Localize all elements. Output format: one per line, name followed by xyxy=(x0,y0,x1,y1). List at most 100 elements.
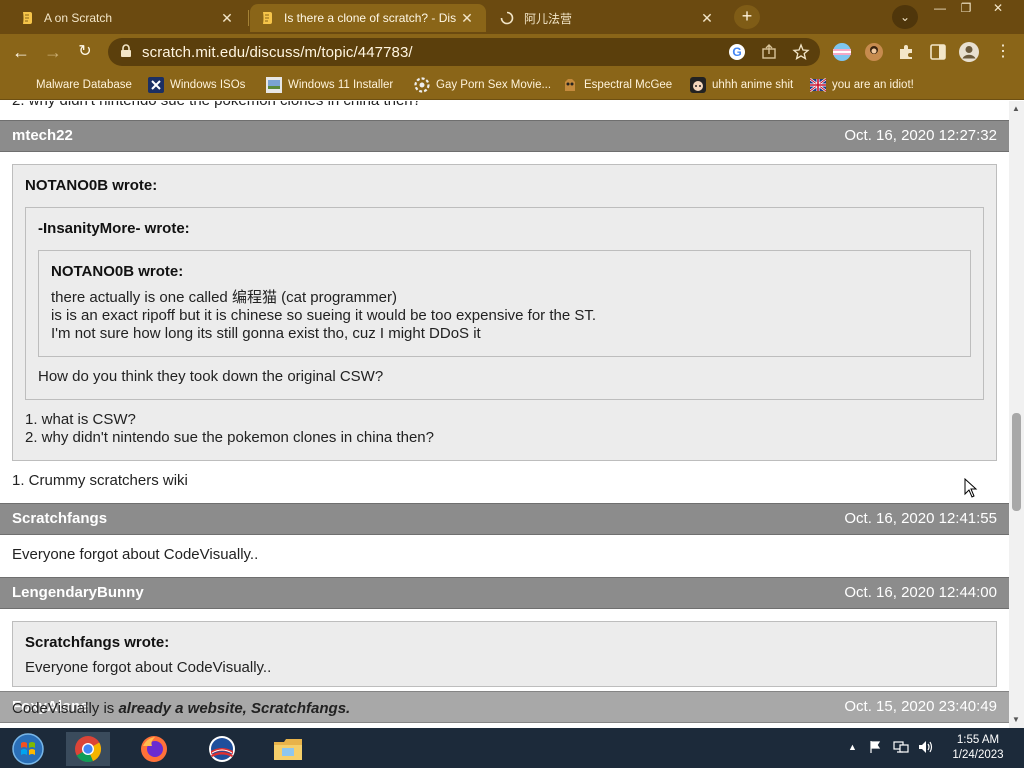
new-tab-button[interactable]: + xyxy=(734,5,760,29)
bookmarks-bar: Malware Database Windows ISOs Windows 11… xyxy=(0,70,1024,100)
quote-author: -InsanityMore- wrote: xyxy=(38,220,190,237)
post-body-text: 1. Crummy scratchers wiki xyxy=(12,472,188,489)
volume-icon[interactable] xyxy=(918,740,934,757)
quote-line: How do you think they took down the orig… xyxy=(38,368,384,385)
scratch-favicon-icon xyxy=(20,11,34,25)
bookmark-windows-isos[interactable]: Windows ISOs xyxy=(148,77,245,93)
url-text: scratch.mit.edu/discuss/m/topic/447783/ xyxy=(142,44,413,61)
tab-title: A on Scratch xyxy=(44,11,113,25)
back-arrow-icon[interactable]: ← xyxy=(8,40,34,64)
post-body-text: Everyone forgot about CodeVisually.. xyxy=(12,546,259,563)
menu-kebab-icon[interactable]: ⋮ xyxy=(990,40,1016,64)
close-window-icon[interactable]: ✕ xyxy=(985,0,1011,18)
minimize-icon[interactable]: — xyxy=(927,0,953,18)
anime-face-icon xyxy=(690,77,706,93)
tab-scratch-discuss[interactable]: Is there a clone of scratch? - Dis ✕ xyxy=(250,4,486,32)
post-header: LengendaryBunny Oct. 16, 2020 12:44:00 xyxy=(0,577,1009,609)
extensions-puzzle-icon[interactable] xyxy=(896,42,916,62)
quote-author: NOTANO0B wrote: xyxy=(51,263,184,280)
tab-separator xyxy=(248,10,249,26)
quote-line: there actually is one called 编程猫 (cat pr… xyxy=(51,289,397,306)
quote-line: 2. why didn't nintendo sue the pokemon c… xyxy=(25,429,434,446)
tab-title: Is there a clone of scratch? - Dis xyxy=(284,11,457,25)
bookmark-windows-11-installer[interactable]: Windows 11 Installer xyxy=(266,77,393,93)
share-icon[interactable] xyxy=(760,43,778,61)
owl-logo-icon xyxy=(562,77,578,93)
chrome-taskbar-icon[interactable] xyxy=(66,732,110,766)
page-scrollbar[interactable]: ▲ ▼ xyxy=(1009,101,1024,728)
x-logo-icon xyxy=(148,77,164,93)
system-clock[interactable]: 1:55 AM 1/24/2023 xyxy=(940,733,1016,763)
quote-line: 1. what is CSW? xyxy=(25,411,136,428)
mouse-cursor-icon xyxy=(964,477,978,503)
scroll-up-arrow-icon[interactable]: ▲ xyxy=(1012,104,1020,113)
trans-flag-extension-icon[interactable] xyxy=(832,42,852,62)
tab-close-icon[interactable]: ✕ xyxy=(218,10,236,27)
tab-alphacamp[interactable]: 阿儿法营 ✕ xyxy=(490,4,726,32)
browser-window: A on Scratch ✕ Is there a clone of scrat… xyxy=(0,0,1024,768)
quote-author: Scratchfangs wrote: xyxy=(25,634,170,651)
post-author-link[interactable]: LengendaryBunny xyxy=(12,584,144,601)
forum-page: 2. why didn't nintendo sue the pokemon c… xyxy=(0,101,1009,728)
post-author-link[interactable]: mtech22 xyxy=(12,127,73,144)
gear-logo-icon xyxy=(414,77,430,93)
quote-author: NOTANO0B wrote: xyxy=(25,177,158,194)
clock-time: 1:55 AM xyxy=(956,734,1000,746)
address-bar[interactable]: scratch.mit.edu/discuss/m/topic/447783/ … xyxy=(108,38,820,66)
scroll-down-arrow-icon[interactable]: ▼ xyxy=(1012,715,1020,724)
google-icon[interactable]: G xyxy=(728,43,746,61)
post-header: Scratchfangs Oct. 16, 2020 12:41:55 xyxy=(0,503,1009,535)
post-header: mtech22 Oct. 16, 2020 12:27:32 xyxy=(0,120,1009,152)
folder-icon xyxy=(14,77,30,93)
uk-flag-icon xyxy=(809,77,827,93)
tab-close-icon[interactable]: ✕ xyxy=(458,10,476,27)
lock-icon xyxy=(120,44,132,63)
forward-arrow-icon[interactable]: → xyxy=(40,40,66,64)
profile-avatar-icon[interactable] xyxy=(958,41,980,63)
side-panel-icon[interactable] xyxy=(928,42,948,62)
network-icon[interactable] xyxy=(893,740,909,757)
taskbar: ▲ 1:55 AM 1/24/2023 xyxy=(0,728,1024,768)
tab-title: 阿儿法营 xyxy=(524,11,573,26)
post-date[interactable]: Oct. 16, 2020 12:27:32 xyxy=(844,127,997,144)
post-date[interactable]: Oct. 16, 2020 12:41:55 xyxy=(844,510,997,527)
blockquote-middle: -InsanityMore- wrote: NOTANO0B wrote: th… xyxy=(25,207,984,400)
file-explorer-taskbar-icon[interactable] xyxy=(266,732,310,766)
quote-line: is is an exact ripoff but it is chinese … xyxy=(51,307,597,324)
tab-a-on-scratch[interactable]: A on Scratch ✕ xyxy=(10,4,246,32)
tray-overflow-icon[interactable]: ▲ xyxy=(848,742,857,752)
scrollbar-thumb[interactable] xyxy=(1012,413,1021,511)
scratch-favicon-icon xyxy=(260,11,274,25)
bookmark-anime[interactable]: uhhh anime shit xyxy=(690,77,793,93)
post-date[interactable]: Oct. 15, 2020 23:40:49 xyxy=(844,698,997,715)
bookmark-movie[interactable]: Gay Porn Sex Movie... xyxy=(414,77,551,93)
svg-text:G: G xyxy=(732,45,741,59)
bookmark-you-are-an-idiot[interactable]: you are an idiot! xyxy=(809,77,914,93)
action-center-flag-icon[interactable] xyxy=(868,740,882,757)
cut-off-post-line: 2. why didn't nintendo sue the pokemon c… xyxy=(12,101,421,109)
quote-line: Everyone forgot about CodeVisually.. xyxy=(25,659,272,676)
image-thumb-icon xyxy=(266,77,282,93)
bookmark-star-icon[interactable] xyxy=(792,43,810,61)
restore-icon[interactable]: ❐ xyxy=(953,0,979,18)
blockquote-inner: NOTANO0B wrote: there actually is one ca… xyxy=(38,250,971,357)
quote-line: I'm not sure how long its still gonna ex… xyxy=(51,325,481,342)
tab-close-icon[interactable]: ✕ xyxy=(698,10,716,27)
browser-toolbar: ← → ↻ scratch.mit.edu/discuss/m/topic/44… xyxy=(0,34,1024,70)
avatar-extension-icon[interactable] xyxy=(864,42,884,62)
start-button-icon[interactable] xyxy=(6,732,50,766)
clock-date: 1/24/2023 xyxy=(952,749,1004,761)
post-date[interactable]: Oct. 16, 2020 12:44:00 xyxy=(844,584,997,601)
tab-strip: A on Scratch ✕ Is there a clone of scrat… xyxy=(0,0,1024,34)
post-body-text: CodeVisually is already a website, Scrat… xyxy=(12,700,350,718)
post-body-emphasis: already a website, Scratchfangs. xyxy=(118,700,351,717)
obama-logo-taskbar-icon[interactable] xyxy=(200,732,244,766)
tab-search-button[interactable]: ⌄ xyxy=(892,5,918,29)
bookmark-espectral-mcgee[interactable]: Espectral McGee xyxy=(562,77,672,93)
blockquote-outer: NOTANO0B wrote: -InsanityMore- wrote: NO… xyxy=(12,164,997,461)
reload-icon[interactable]: ↻ xyxy=(72,40,98,64)
post-author-link[interactable]: Scratchfangs xyxy=(12,510,107,527)
firefox-taskbar-icon[interactable] xyxy=(132,732,176,766)
post-body-plain: CodeVisually is xyxy=(12,700,119,717)
bookmark-malware-database[interactable]: Malware Database xyxy=(14,77,132,93)
